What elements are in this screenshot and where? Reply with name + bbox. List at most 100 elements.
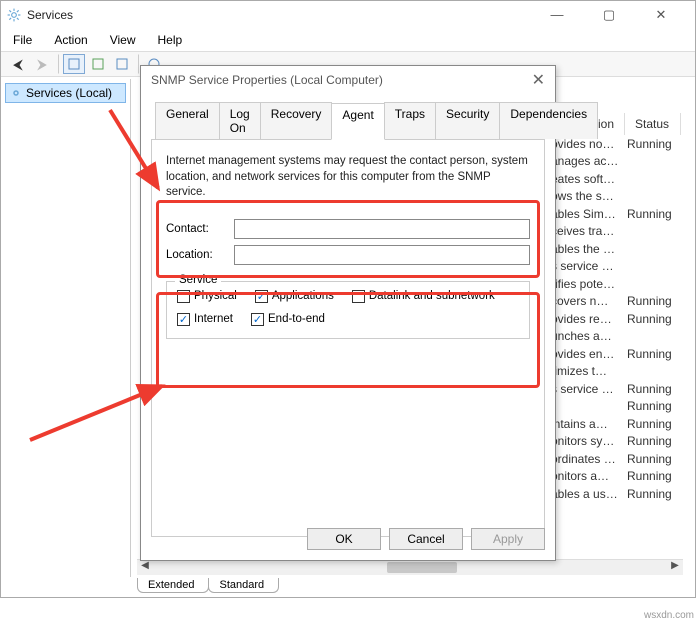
tree-services-local[interactable]: Services (Local) <box>5 83 126 103</box>
check-applications[interactable]: ✓Applications <box>255 290 334 303</box>
service-group: Service Physical ✓Applications Datalink … <box>166 281 530 339</box>
tab-general[interactable]: General <box>155 102 220 139</box>
cell-status: Running <box>619 347 681 361</box>
scroll-left-icon[interactable]: ◀ <box>137 560 153 576</box>
bottom-tabs: Extended Standard <box>137 578 278 593</box>
service-row[interactable]: ows the s… <box>551 188 681 206</box>
dialog-title: SNMP Service Properties (Local Computer) <box>151 73 383 87</box>
tree-item-label: Services (Local) <box>26 86 112 100</box>
maximize-button[interactable]: ▢ <box>595 7 623 23</box>
cell-description: s service … <box>551 382 619 396</box>
service-row[interactable] <box>551 503 681 521</box>
cell-description: ables a us… <box>551 487 619 501</box>
service-row[interactable]: anages ac… <box>551 153 681 171</box>
service-row[interactable]: timizes t… <box>551 363 681 381</box>
rows-container: ovides no…Runninganages ac…eates soft…ow… <box>551 135 681 520</box>
check-physical[interactable]: Physical <box>177 290 237 303</box>
service-row[interactable]: ovides en…Running <box>551 345 681 363</box>
cell-description: eates soft… <box>551 172 619 186</box>
menu-action[interactable]: Action <box>50 31 91 49</box>
horizontal-scrollbar[interactable]: ◀ ▶ <box>137 559 683 575</box>
tab-extended[interactable]: Extended <box>137 578 209 593</box>
service-row[interactable]: rifies pote… <box>551 275 681 293</box>
tab-logon[interactable]: Log On <box>219 102 261 139</box>
scroll-right-icon[interactable]: ▶ <box>667 560 683 576</box>
close-button[interactable]: ✕ <box>647 7 675 23</box>
window-title: Services <box>27 8 73 22</box>
tab-recovery[interactable]: Recovery <box>260 102 333 139</box>
snmp-properties-dialog: SNMP Service Properties (Local Computer)… <box>140 65 556 561</box>
service-row[interactable]: onitors a…Running <box>551 468 681 486</box>
cell-status: Running <box>619 294 681 308</box>
agent-description: Internet management systems may request … <box>166 154 530 201</box>
col-status[interactable]: Status <box>625 113 681 135</box>
watermark: wsxdn.com <box>644 610 694 621</box>
cell-status: Running <box>619 434 681 448</box>
tree-pane: Services (Local) <box>1 79 131 577</box>
cell-status: Running <box>619 312 681 326</box>
service-row[interactable]: Running <box>551 398 681 416</box>
cell-description: ordinates … <box>551 452 619 466</box>
tab-agent[interactable]: Agent <box>331 103 384 140</box>
ok-button[interactable]: OK <box>307 528 381 550</box>
service-row[interactable]: ables Sim…Running <box>551 205 681 223</box>
cell-description: unches a… <box>551 329 619 343</box>
cancel-button[interactable]: Cancel <box>389 528 463 550</box>
checkbox-icon: ✓ <box>251 313 264 326</box>
services-icon <box>10 87 22 99</box>
service-row[interactable]: ables a us…Running <box>551 485 681 503</box>
apply-button[interactable]: Apply <box>471 528 545 550</box>
toolbar-icon-1[interactable] <box>63 54 85 74</box>
separator <box>57 54 59 74</box>
cell-description: intains a… <box>551 417 619 431</box>
separator <box>137 54 139 74</box>
toolbar-icon-2[interactable] <box>87 54 109 74</box>
service-row[interactable]: eates soft… <box>551 170 681 188</box>
location-input[interactable] <box>234 245 530 265</box>
cell-status: Running <box>619 207 681 221</box>
service-row[interactable]: s service … <box>551 258 681 276</box>
checkbox-icon <box>352 290 365 303</box>
contact-input[interactable] <box>234 219 530 239</box>
check-internet[interactable]: ✓Internet <box>177 313 233 326</box>
menu-file[interactable]: File <box>9 31 36 49</box>
cell-description: timizes t… <box>551 364 619 378</box>
service-row[interactable]: ables the … <box>551 240 681 258</box>
service-row[interactable]: ovides re…Running <box>551 310 681 328</box>
service-row[interactable]: unches a… <box>551 328 681 346</box>
services-icon <box>7 8 21 22</box>
checkbox-icon: ✓ <box>255 290 268 303</box>
service-row[interactable]: ordinates …Running <box>551 450 681 468</box>
dialog-tabs: General Log On Recovery Agent Traps Secu… <box>141 94 555 139</box>
cell-status: Running <box>619 487 681 501</box>
check-endtoend[interactable]: ✓End-to-end <box>251 313 325 326</box>
menu-help[interactable]: Help <box>154 31 187 49</box>
service-row[interactable]: intains a…Running <box>551 415 681 433</box>
minimize-button[interactable]: — <box>543 7 571 23</box>
cell-description: ables Sim… <box>551 207 619 221</box>
cell-description: ovides en… <box>551 347 619 361</box>
cell-status: Running <box>619 469 681 483</box>
cell-status: Running <box>619 382 681 396</box>
service-row[interactable]: s service …Running <box>551 380 681 398</box>
location-label: Location: <box>166 249 234 261</box>
menu-view[interactable]: View <box>106 31 140 49</box>
forward-button[interactable]: ⮞ <box>31 54 53 74</box>
cell-description: onitors a… <box>551 469 619 483</box>
tab-dependencies[interactable]: Dependencies <box>499 102 598 139</box>
back-button[interactable]: ⮜ <box>7 54 29 74</box>
cell-description: onitors sy… <box>551 434 619 448</box>
service-row[interactable]: ceives tra… <box>551 223 681 241</box>
toolbar-icon-3[interactable] <box>111 54 133 74</box>
service-row[interactable]: covers n…Running <box>551 293 681 311</box>
tab-traps[interactable]: Traps <box>384 102 436 139</box>
service-row[interactable]: onitors sy…Running <box>551 433 681 451</box>
tab-standard[interactable]: Standard <box>208 578 279 593</box>
dialog-close-button[interactable]: ✕ <box>532 70 545 90</box>
tab-security[interactable]: Security <box>435 102 500 139</box>
check-datalink[interactable]: Datalink and subnetwork <box>352 290 495 303</box>
cell-status: Running <box>619 417 681 431</box>
checkbox-icon <box>177 290 190 303</box>
scroll-thumb[interactable] <box>387 562 457 573</box>
agent-panel: Internet management systems may request … <box>151 139 545 537</box>
